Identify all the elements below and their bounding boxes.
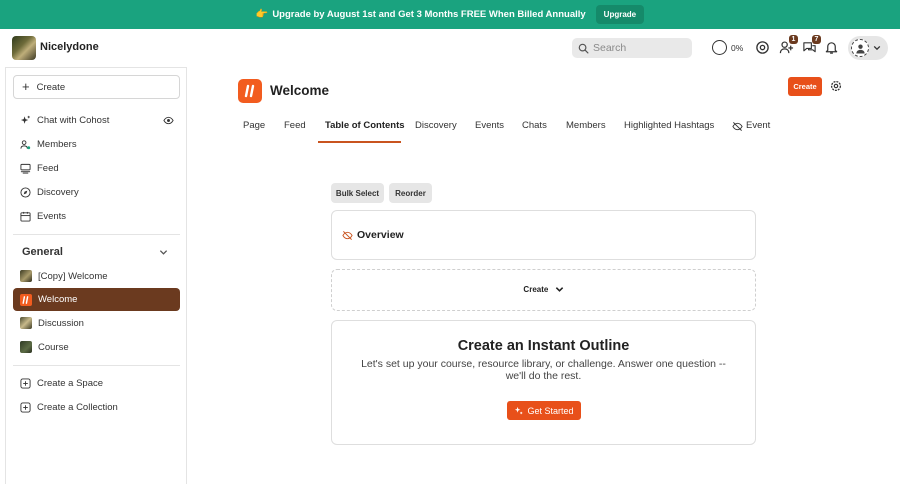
sidebar-item-discovery[interactable]: Discovery bbox=[13, 182, 180, 202]
sidebar-item-label: Events bbox=[37, 210, 67, 222]
sidebar-space-discussion[interactable]: Discussion bbox=[13, 313, 180, 333]
space-thumbnail bbox=[20, 293, 32, 306]
bulk-select-button[interactable]: Bulk Select bbox=[331, 183, 384, 203]
user-menu[interactable] bbox=[848, 36, 888, 60]
sidebar-section-general[interactable]: General bbox=[22, 246, 63, 258]
progress-ring-icon bbox=[712, 40, 727, 55]
calendar-icon bbox=[20, 211, 31, 222]
sidebar-item-chat-with-cohost[interactable]: Chat with Cohost bbox=[13, 110, 180, 130]
search-box[interactable] bbox=[572, 38, 692, 58]
sidebar-item-label: Welcome bbox=[38, 294, 78, 305]
eye-off-icon bbox=[732, 122, 743, 131]
invites-badge: 1 bbox=[789, 35, 798, 44]
get-started-button[interactable]: Get Started bbox=[507, 401, 581, 420]
create-label: Create bbox=[36, 81, 66, 93]
space-thumbnail bbox=[20, 317, 32, 329]
compass-icon bbox=[20, 186, 31, 198]
upgrade-button[interactable]: Upgrade bbox=[595, 5, 645, 24]
sidebar-item-label: Discovery bbox=[37, 186, 79, 198]
chats-button[interactable]: 7 bbox=[802, 35, 821, 55]
overview-title: Overview bbox=[357, 229, 404, 241]
space-thumbnail bbox=[20, 270, 32, 282]
sidebar-item-label: Create a Space bbox=[37, 377, 104, 389]
sidebar-space-welcome[interactable]: Welcome bbox=[13, 288, 180, 311]
feed-icon bbox=[20, 163, 31, 174]
sparkle-icon bbox=[515, 406, 523, 415]
create-space-button[interactable]: Create a Space bbox=[13, 373, 180, 393]
sidebar-item-events[interactable]: Events bbox=[13, 206, 180, 226]
sidebar-divider bbox=[13, 365, 180, 366]
welcome-logo-icon bbox=[244, 84, 255, 98]
sidebar-item-label: Feed bbox=[37, 162, 59, 174]
tab-label: Event bbox=[746, 120, 771, 131]
avatar bbox=[851, 39, 869, 57]
tab-feed[interactable]: Feed bbox=[284, 113, 306, 143]
sidebar-space-copy-welcome[interactable]: [Copy] Welcome bbox=[13, 266, 180, 286]
tab-members[interactable]: Members bbox=[566, 113, 606, 143]
search-icon bbox=[578, 43, 589, 53]
community-logo[interactable] bbox=[12, 36, 36, 60]
create-dropdown-button[interactable]: Create bbox=[332, 285, 755, 294]
chevron-down-icon bbox=[873, 45, 881, 51]
bell-icon[interactable] bbox=[824, 40, 839, 55]
gear-icon[interactable] bbox=[830, 80, 842, 92]
search-input[interactable] bbox=[593, 42, 683, 54]
sidebar-create-button[interactable]: + Create bbox=[13, 75, 180, 99]
outline-title: Create an Instant Outline bbox=[457, 338, 630, 354]
sidebar: + Create Chat with Cohost Members Feed D… bbox=[5, 67, 187, 484]
plus-square-icon bbox=[20, 401, 31, 413]
plus-icon: + bbox=[22, 79, 30, 94]
sidebar-space-course[interactable]: Course bbox=[13, 337, 180, 357]
banner-message: Upgrade by August 1st and Get 3 Months F… bbox=[272, 9, 586, 20]
sidebar-item-label: Chat with Cohost bbox=[37, 114, 110, 126]
sidebar-item-label: Course bbox=[38, 341, 69, 353]
sparkle-icon bbox=[20, 115, 30, 124]
onboarding-progress[interactable]: 0% bbox=[712, 40, 743, 55]
eye-icon[interactable] bbox=[163, 115, 174, 126]
sidebar-item-label: Discussion bbox=[38, 317, 84, 329]
chevron-down-icon bbox=[555, 287, 563, 293]
sidebar-item-label: Create a Collection bbox=[37, 401, 118, 413]
members-icon bbox=[20, 139, 31, 149]
tab-discovery[interactable]: Discovery bbox=[415, 113, 457, 143]
eye-off-icon[interactable] bbox=[342, 230, 353, 241]
progress-percent: 0% bbox=[731, 42, 744, 53]
pointing-hand-icon: 👉 bbox=[255, 9, 269, 20]
invite-member-button[interactable]: 1 bbox=[779, 35, 798, 55]
sidebar-item-feed[interactable]: Feed bbox=[13, 158, 180, 178]
active-tab-indicator bbox=[318, 141, 401, 143]
chats-badge: 7 bbox=[812, 35, 821, 44]
plus-square-icon bbox=[20, 377, 31, 389]
tab-page[interactable]: Page bbox=[243, 113, 265, 143]
sidebar-item-label: [Copy] Welcome bbox=[38, 270, 108, 282]
space-logo bbox=[238, 79, 262, 103]
top-header: Nicelydone 0% 1 7 bbox=[0, 29, 900, 67]
tab-chats[interactable]: Chats bbox=[522, 113, 547, 143]
sidebar-item-members[interactable]: Members bbox=[13, 134, 180, 154]
create-dropdown-area[interactable]: Create bbox=[331, 269, 756, 311]
chevron-down-icon[interactable] bbox=[159, 248, 168, 257]
space-thumbnail bbox=[20, 341, 32, 353]
create-button[interactable]: Create bbox=[788, 77, 822, 96]
outline-description: Let's set up your course, resource libra… bbox=[361, 358, 726, 382]
person-icon bbox=[855, 43, 865, 54]
create-dropdown-label: Create bbox=[523, 285, 549, 294]
get-started-label: Get Started bbox=[527, 405, 574, 416]
gear-icon[interactable] bbox=[755, 40, 770, 55]
page-title: Welcome bbox=[270, 83, 330, 98]
welcome-logo-icon bbox=[22, 295, 29, 304]
tab-highlighted-hashtags[interactable]: Highlighted Hashtags bbox=[624, 113, 714, 143]
sidebar-divider bbox=[13, 234, 180, 235]
community-name[interactable]: Nicelydone bbox=[40, 41, 99, 53]
instant-outline-card: Create an Instant Outline Let's set up y… bbox=[331, 320, 756, 445]
upgrade-banner: 👉 Upgrade by August 1st and Get 3 Months… bbox=[0, 0, 900, 29]
tab-events[interactable]: Events bbox=[475, 113, 504, 143]
overview-section[interactable]: Overview bbox=[331, 210, 756, 260]
tab-event[interactable]: Event bbox=[732, 113, 770, 143]
reorder-button[interactable]: Reorder bbox=[389, 183, 432, 203]
create-collection-button[interactable]: Create a Collection bbox=[13, 397, 180, 417]
sidebar-item-label: Members bbox=[37, 138, 77, 150]
tab-table-of-contents[interactable]: Table of Contents bbox=[325, 113, 405, 143]
